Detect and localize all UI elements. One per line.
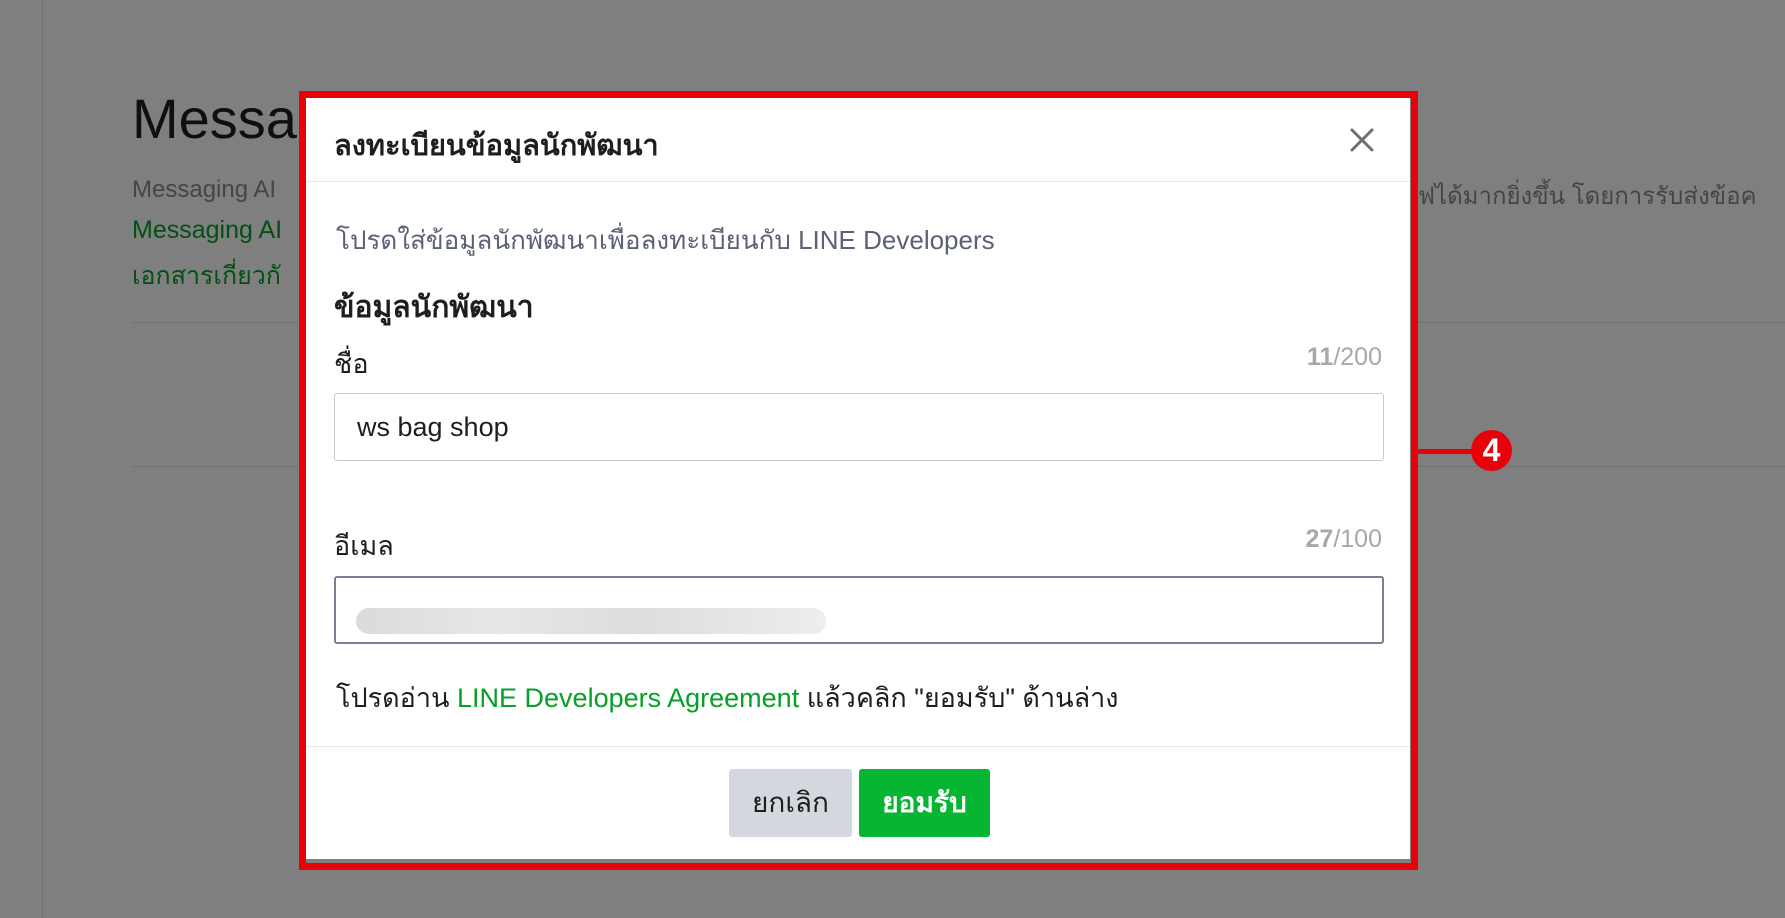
developer-info-heading: ข้อมูลนักพัฒนา [334, 291, 534, 324]
dialog-intro-text: โปรดใส่ข้อมูลนักพัฒนาเพื่อลงทะเบียนกับ L… [336, 225, 995, 255]
email-char-max: /100 [1333, 525, 1382, 553]
developers-agreement-link[interactable]: LINE Developers Agreement [457, 683, 799, 713]
name-char-counter: 11/200 [1307, 343, 1382, 372]
dialog-header: ลงทะเบียนข้อมูลนักพัฒนา [306, 98, 1410, 182]
cancel-button[interactable]: ยกเลิก [729, 769, 852, 837]
name-field-label: ชื่อ [334, 349, 369, 379]
blurred-email-value [356, 608, 826, 634]
annotation-callout-line [1418, 449, 1474, 454]
developer-registration-dialog: ลงทะเบียนข้อมูลนักพัฒนา โปรดใส่ข้อมูลนัก… [306, 98, 1410, 859]
agreement-suffix: แล้วคลิก "ยอมรับ" ด้านล่าง [799, 683, 1119, 713]
name-char-max: /200 [1333, 343, 1382, 371]
accept-button[interactable]: ยอมรับ [859, 769, 990, 837]
name-input[interactable] [334, 393, 1384, 461]
annotation-step-badge: 4 [1471, 430, 1512, 471]
close-button[interactable] [1344, 122, 1380, 158]
dialog-title: ลงทะเบียนข้อมูลนักพัฒนา [334, 130, 659, 162]
email-char-counter: 27/100 [1306, 525, 1382, 554]
email-field-label: อีเมล [334, 531, 394, 561]
close-icon [1350, 128, 1374, 152]
email-char-count: 27 [1305, 525, 1334, 553]
agreement-prefix: โปรดอ่าน [336, 683, 458, 713]
dialog-footer: ยกเลิก ยอมรับ [306, 746, 1410, 859]
name-char-count: 11 [1306, 343, 1334, 371]
agreement-notice: โปรดอ่าน LINE Developers Agreement แล้วค… [336, 676, 1118, 719]
